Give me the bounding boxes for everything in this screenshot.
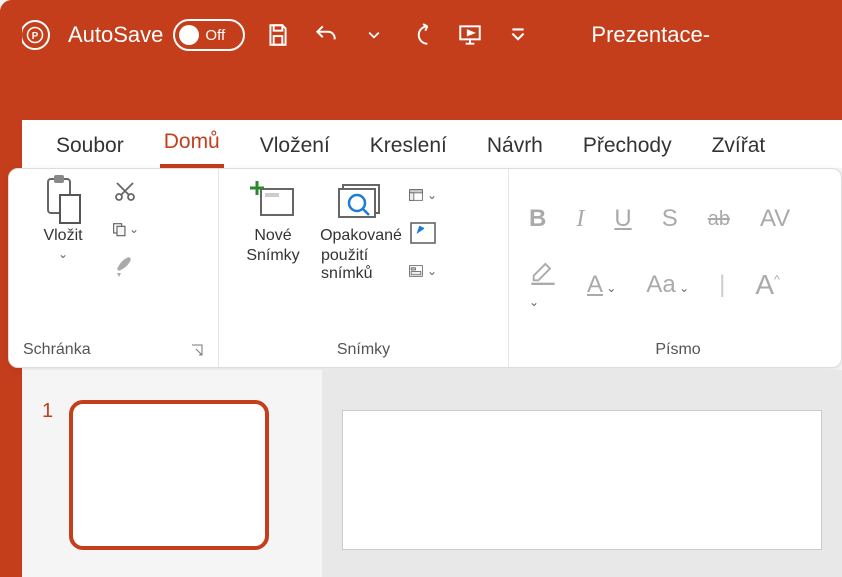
font-color-button[interactable]: A ⌄ [587, 271, 616, 299]
bold-button[interactable]: B [529, 205, 546, 233]
group-label-slides: Snímky [337, 341, 390, 359]
current-slide[interactable] [342, 410, 822, 550]
italic-button[interactable]: I [576, 206, 584, 233]
underline-button[interactable]: U [614, 205, 631, 233]
autosave-toggle[interactable]: Off [173, 19, 245, 51]
reuse-slides-button[interactable]: Opakované použití snímků [321, 177, 401, 283]
undo-icon[interactable] [311, 20, 341, 50]
undo-dropdown-icon[interactable] [359, 20, 389, 50]
paste-button[interactable]: Vložit ⌄ [23, 177, 103, 261]
layout-icon[interactable]: ⌄ [409, 181, 437, 209]
cut-icon[interactable] [111, 177, 139, 205]
redo-icon[interactable] [407, 20, 437, 50]
strike-button[interactable]: ab [708, 208, 730, 231]
tab-insert[interactable]: Vložení [256, 124, 334, 168]
reset-icon[interactable] [409, 219, 437, 247]
slide-canvas[interactable] [322, 370, 842, 577]
slide-thumbnail-1[interactable] [69, 400, 269, 550]
increase-font-button[interactable]: A^ [755, 269, 779, 301]
change-case-button[interactable]: Aa ⌄ [646, 271, 689, 299]
ribbon: Vložit ⌄ ⌄ Schránka Nové Snímky [8, 168, 842, 368]
autosave-label: AutoSave [68, 22, 163, 48]
slideshow-icon[interactable] [455, 20, 485, 50]
tab-home[interactable]: Domů [160, 120, 224, 168]
new-slide-icon [249, 177, 297, 225]
thumb-index: 1 [42, 400, 53, 547]
group-label-clipboard: Schránka [23, 341, 91, 359]
tab-draw[interactable]: Kreslení [366, 124, 451, 168]
dialog-launcher-icon[interactable] [190, 343, 204, 357]
slide-thumbnails: 1 [22, 370, 322, 577]
app-icon: P [20, 20, 50, 50]
new-slide-button[interactable]: Nové Snímky [233, 177, 313, 265]
shadow-button[interactable]: S [662, 205, 678, 233]
ribbon-tabs: Soubor Domů Vložení Kreslení Návrh Přech… [22, 120, 842, 168]
highlight-button[interactable]: ⌄ [529, 257, 557, 313]
clipboard-icon [39, 177, 87, 225]
tab-file[interactable]: Soubor [52, 124, 128, 168]
autosave-state: Off [205, 27, 225, 44]
chevron-down-icon: ⌄ [58, 247, 68, 261]
char-spacing-button[interactable]: AV [760, 205, 790, 233]
group-label-font: Písmo [655, 341, 700, 359]
reuse-slides-icon [337, 177, 385, 225]
document-title: Prezentace- [591, 22, 710, 48]
save-icon[interactable] [263, 20, 293, 50]
svg-text:P: P [32, 31, 39, 42]
tab-design[interactable]: Návrh [483, 124, 547, 168]
qat-overflow-icon[interactable] [503, 20, 533, 50]
tab-animations[interactable]: Zvířat [708, 124, 770, 168]
format-painter-icon[interactable] [111, 253, 139, 281]
copy-icon[interactable]: ⌄ [111, 215, 139, 243]
tab-transitions[interactable]: Přechody [579, 124, 676, 168]
section-icon[interactable]: ⌄ [409, 257, 437, 285]
